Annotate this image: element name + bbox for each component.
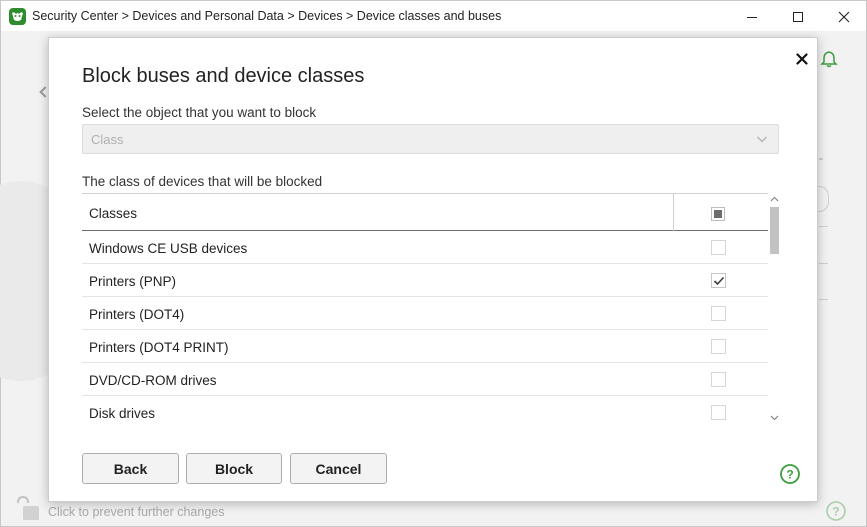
select-value: Class — [91, 132, 124, 147]
row-label: Disk drives — [89, 406, 156, 421]
row-checkbox[interactable] — [711, 339, 726, 354]
scroll-down-icon[interactable] — [770, 413, 779, 422]
app-logo-icon — [9, 8, 26, 25]
divider — [819, 299, 828, 300]
chevron-down-icon — [757, 136, 767, 143]
scroll-up-icon[interactable] — [770, 195, 779, 204]
table-row[interactable]: DVD/CD-ROM drives — [82, 363, 768, 396]
help-icon[interactable]: ? — [779, 463, 801, 485]
column-header-classes[interactable]: Classes — [89, 206, 137, 221]
block-button[interactable]: Block — [186, 453, 282, 484]
breadcrumb: Security Center > Devices and Personal D… — [32, 9, 502, 23]
minimize-button[interactable] — [729, 1, 775, 32]
dialog-title: Block buses and device classes — [82, 65, 365, 87]
row-label: Printers (PNP) — [89, 274, 177, 289]
table-row[interactable]: Printers (DOT4) — [82, 297, 768, 330]
checkmark-icon — [713, 276, 725, 286]
row-checkbox[interactable] — [711, 372, 726, 387]
table-row[interactable]: Windows CE USB devices — [82, 231, 768, 264]
window-titlebar: Security Center > Devices and Personal D… — [0, 0, 867, 31]
row-label: Printers (DOT4) — [89, 307, 185, 322]
dialog-close-button[interactable] — [793, 50, 811, 68]
back-button[interactable]: Back — [82, 453, 179, 484]
maximize-button[interactable] — [775, 1, 821, 32]
help-icon[interactable]: ? — [825, 500, 847, 522]
scroll-thumb[interactable] — [770, 207, 779, 254]
table-row[interactable]: Printers (PNP) — [82, 264, 768, 297]
table-label: The class of devices that will be blocke… — [82, 174, 323, 189]
divider — [819, 158, 823, 160]
close-icon — [838, 11, 850, 22]
unlock-icon[interactable] — [14, 496, 40, 522]
block-dialog: Block buses and device classes Select th… — [48, 37, 818, 502]
device-class-table: Classes Windows CE USB devices Printers … — [82, 193, 780, 425]
table-header: Classes — [82, 193, 768, 231]
table-row[interactable]: Printers (DOT4 PRINT) — [82, 330, 768, 363]
table-scrollbar[interactable] — [768, 193, 780, 425]
select-label: Select the object that you want to block — [82, 105, 317, 120]
row-label: DVD/CD-ROM drives — [89, 373, 217, 388]
divider — [819, 226, 828, 227]
column-separator[interactable] — [673, 194, 674, 231]
lock-status-text[interactable]: Click to prevent further changes — [48, 505, 224, 519]
select-all-checkbox[interactable] — [711, 207, 725, 221]
bell-icon[interactable] — [819, 49, 839, 69]
minimize-icon — [747, 16, 757, 18]
window-close-button[interactable] — [821, 1, 867, 32]
row-checkbox[interactable] — [711, 306, 726, 321]
maximize-icon — [793, 11, 803, 22]
cancel-button[interactable]: Cancel — [290, 453, 387, 484]
svg-text:?: ? — [832, 505, 839, 519]
row-checkbox[interactable] — [711, 405, 726, 420]
table-row[interactable]: Disk drives — [82, 396, 768, 425]
row-label: Windows CE USB devices — [89, 241, 248, 256]
row-checkbox[interactable] — [711, 240, 726, 255]
svg-text:?: ? — [786, 468, 793, 482]
close-icon — [796, 53, 808, 65]
row-label: Printers (DOT4 PRINT) — [89, 340, 229, 355]
divider — [819, 263, 828, 264]
object-type-select[interactable]: Class — [82, 124, 779, 154]
row-checkbox[interactable] — [711, 273, 726, 288]
